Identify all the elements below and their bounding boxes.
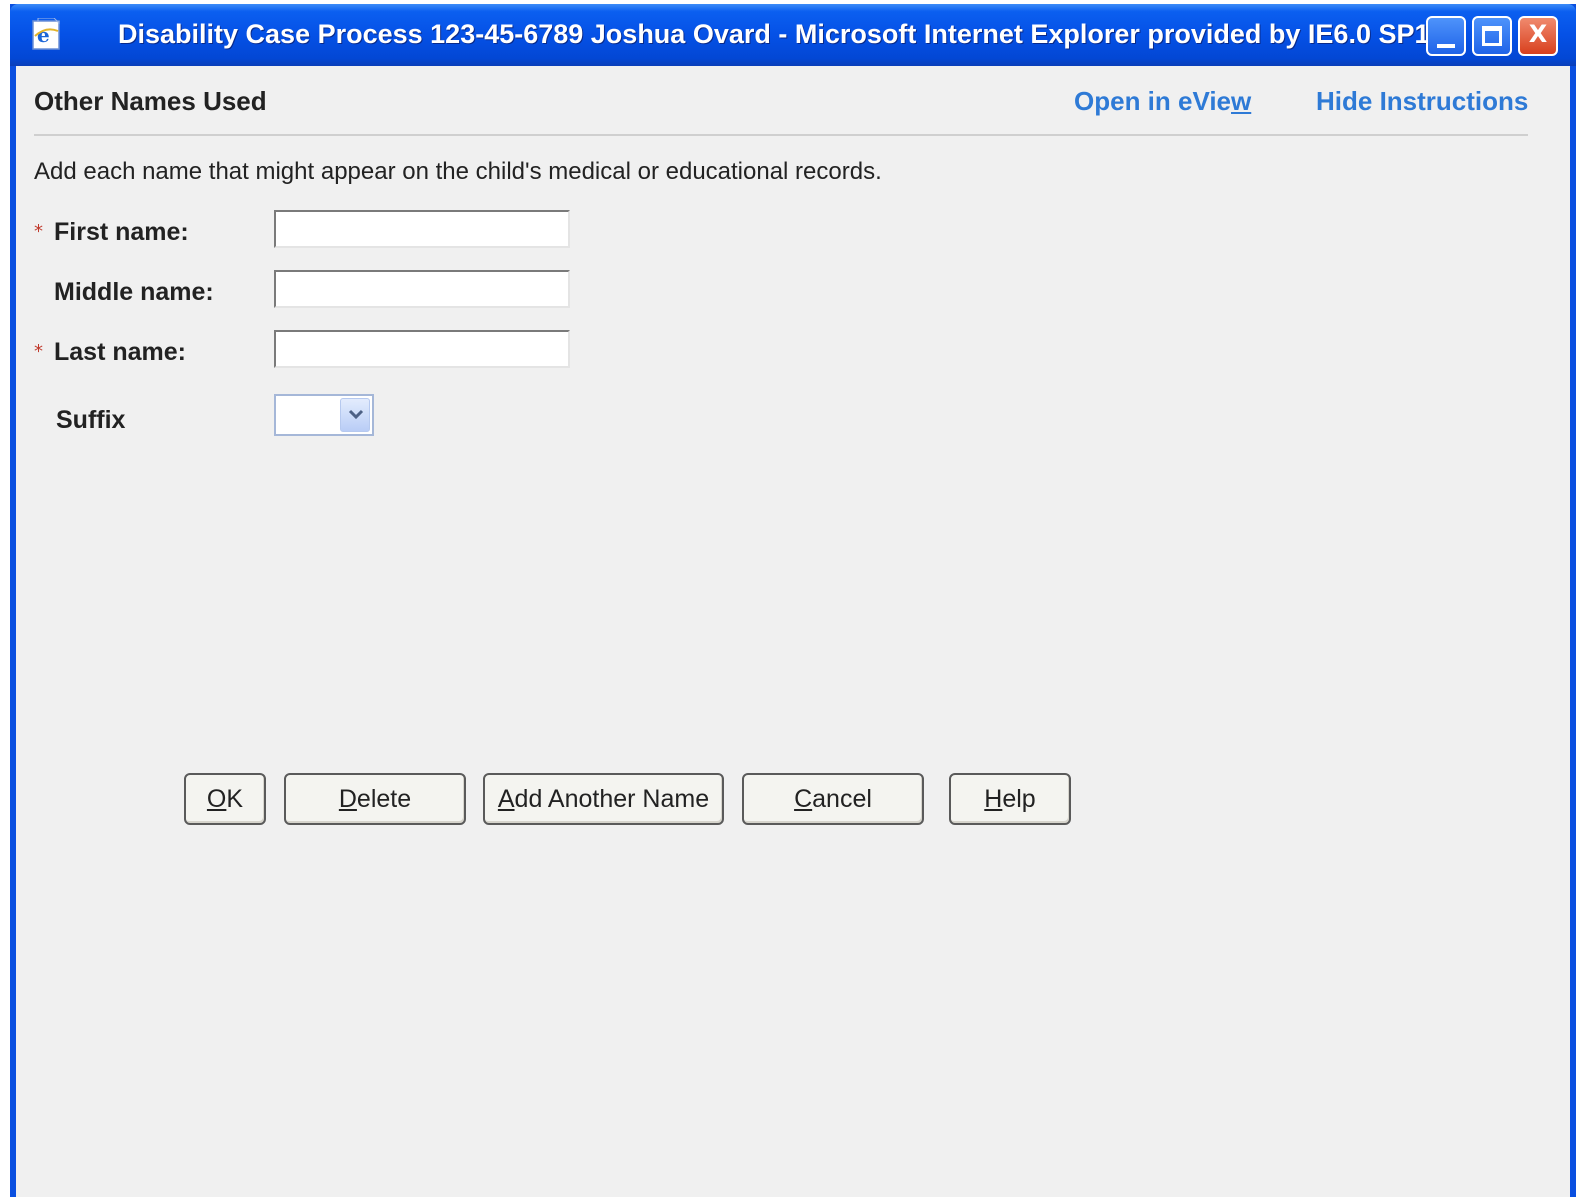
maximize-button[interactable] [1472,16,1512,56]
middle-name-input[interactable] [274,270,570,308]
suffix-label: Suffix [56,406,126,434]
maximize-icon [1482,26,1502,46]
open-in-eview-accel: w [1231,86,1252,116]
instructions-text: Add each name that might appear on the c… [34,158,882,185]
browser-window: e Disability Case Process 123-45-6789 Jo… [10,4,1576,1197]
ok-label: K [226,784,244,813]
middle-name-label: Middle name: [54,278,214,306]
ok-button[interactable]: OK [184,773,266,825]
cancel-label: ancel [812,784,872,813]
add-another-name-button[interactable]: Add Another Name [483,773,724,825]
open-in-eview-link[interactable]: Open in eView [1074,86,1251,117]
hide-instructions-link[interactable]: Hide Instructions [1316,86,1528,117]
cancel-accel: C [794,784,813,813]
minimize-icon [1437,44,1455,48]
required-marker: * [34,341,43,362]
internet-explorer-icon: e [32,18,60,50]
add-another-label: dd Another Name [514,784,710,813]
chevron-down-icon [348,409,364,420]
delete-accel: D [338,784,357,813]
close-button[interactable]: X [1518,16,1558,56]
page-title: Other Names Used [34,86,267,116]
window-title: Disability Case Process 123-45-6789 Josh… [118,19,1453,49]
title-bar[interactable]: e Disability Case Process 123-45-6789 Jo… [10,4,1576,66]
help-button[interactable]: Help [949,773,1071,825]
last-name-label: Last name: [54,338,186,366]
header-divider [34,134,1528,136]
delete-button[interactable]: Delete [284,773,466,825]
open-in-eview-label: Open in eVie [1074,86,1232,116]
required-marker: * [34,221,43,242]
minimize-button[interactable] [1426,16,1466,56]
first-name-label: First name: [54,218,189,246]
first-name-input[interactable] [274,210,570,248]
svg-text:e: e [37,23,50,47]
page-content: Other Names Used Open in eView Hide Inst… [16,66,1570,1197]
close-icon: X [1528,20,1548,48]
ok-accel: O [206,784,227,813]
suffix-select[interactable] [274,394,374,436]
add-another-accel: A [497,784,515,813]
last-name-input[interactable] [274,330,570,368]
help-accel: H [984,784,1003,813]
delete-label: elete [356,784,412,813]
cancel-button[interactable]: Cancel [742,773,924,825]
help-label: elp [1002,784,1036,813]
dropdown-button[interactable] [340,398,370,432]
